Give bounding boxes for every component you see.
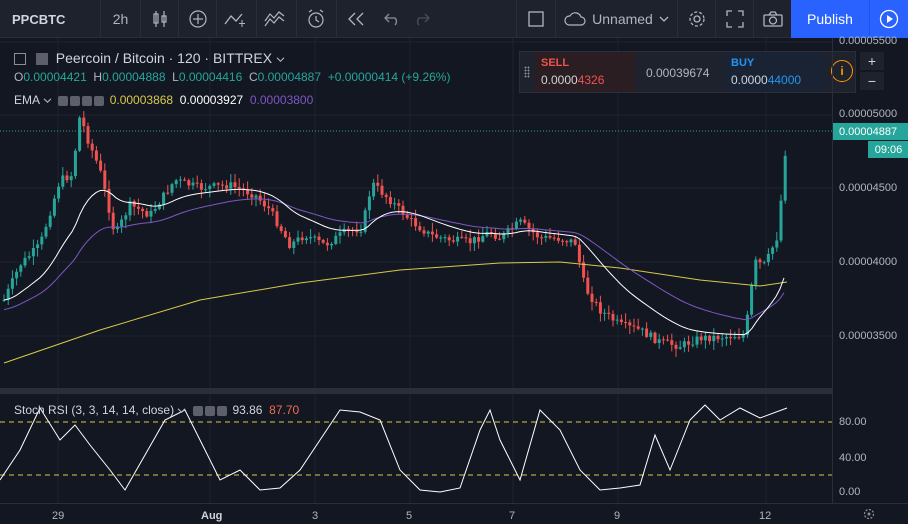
- rsi-label[interactable]: Stoch RSI (3, 3, 14, 14, close): [14, 403, 174, 417]
- symbol-flag-icon: [35, 53, 48, 66]
- fullscreen-box-icon: [527, 11, 544, 27]
- templates-icon: [264, 11, 284, 27]
- symbol-title[interactable]: Peercoin / Bitcoin · 120 · BITTREX: [56, 50, 272, 66]
- settings-button[interactable]: [677, 0, 715, 38]
- replay-icon: [347, 12, 363, 26]
- ema-purple-line: [3, 198, 785, 321]
- settings-icon: [688, 11, 705, 27]
- interval-selector[interactable]: 2h: [100, 0, 140, 38]
- bar-style-icon: [152, 11, 167, 27]
- undo-icon: [384, 13, 398, 26]
- ema-label[interactable]: EMA: [14, 93, 39, 107]
- fullscreen-box-button[interactable]: [516, 0, 554, 38]
- camera-icon: [762, 11, 783, 27]
- indicator-controls[interactable]: [193, 403, 229, 417]
- compare-button[interactable]: [216, 0, 254, 38]
- cloud-icon: [564, 12, 586, 26]
- buy-button[interactable]: BUY 0.000044000: [725, 52, 825, 92]
- fullscreen-button[interactable]: [715, 0, 753, 38]
- price-axis[interactable]: 0.00005500 0.00005000 0.00004500 0.00004…: [832, 35, 908, 503]
- replay-button[interactable]: [336, 0, 374, 38]
- symbol-search[interactable]: PPCBTC: [0, 0, 100, 38]
- sell-button[interactable]: SELL 0.00004326: [535, 52, 635, 92]
- alert-icon: [307, 9, 324, 28]
- layout-name: Unnamed: [592, 11, 653, 27]
- ema-yellow-line: [3, 261, 788, 364]
- top-toolbar: PPCBTC 2h Unnamed Publish: [0, 0, 908, 38]
- publish-button[interactable]: Publish: [791, 0, 869, 38]
- chevron-down-icon: [178, 408, 186, 414]
- compare-icon: [223, 13, 245, 27]
- chart-settings-icon[interactable]: [862, 507, 876, 521]
- templates-button[interactable]: [256, 0, 294, 38]
- ohlc-legend: O0.00004421 H0.00004888 L0.00004416 C0.0…: [14, 70, 451, 84]
- current-price-badge: 0.00004887: [833, 123, 908, 140]
- change-value: +0.00000414 (+9.26%): [327, 70, 451, 84]
- drag-handle-icon[interactable]: [524, 66, 530, 78]
- rsi-legend: Stoch RSI (3, 3, 14, 14, close) 93.86 87…: [14, 403, 300, 417]
- expand-icon: [725, 10, 744, 28]
- layout-name-button[interactable]: Unnamed: [555, 0, 677, 38]
- spread-value: 0.00039674: [646, 66, 710, 80]
- indicator-controls[interactable]: [58, 93, 106, 107]
- trading-panel: SELL 0.00004326 0.00039674 BUY 0.0000440…: [519, 51, 856, 93]
- chevron-down-icon: [43, 98, 52, 104]
- alert-button[interactable]: [296, 0, 334, 38]
- indicators-button[interactable]: [178, 0, 216, 38]
- symbol-legend: Peercoin / Bitcoin · 120 · BITTREX: [14, 50, 285, 66]
- chevron-down-icon: [659, 16, 669, 22]
- time-axis[interactable]: 29 Aug 3 5 7 9 12: [0, 503, 908, 524]
- bar-style-button[interactable]: [140, 0, 178, 38]
- play-button[interactable]: [869, 0, 908, 38]
- stoch-rsi-line: [0, 404, 788, 493]
- chevron-down-icon: [276, 57, 285, 63]
- redo-icon: [416, 13, 430, 26]
- indicators-icon: [188, 10, 207, 28]
- snapshot-button[interactable]: [753, 0, 791, 38]
- redo-button[interactable]: [402, 0, 440, 38]
- collapse-icon[interactable]: [14, 53, 26, 66]
- bar-countdown: 09:06: [868, 141, 908, 158]
- ema-legend: EMA 0.00003868 0.00003927 0.00003800: [14, 93, 314, 107]
- play-icon: [879, 9, 899, 29]
